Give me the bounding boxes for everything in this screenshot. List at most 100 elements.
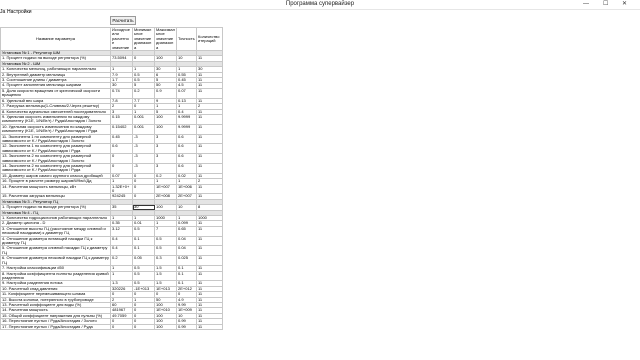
table-row[interactable]: 15. Расчетная загрузка мельницы 924245 0 2E… [0,193,223,200]
min-cell[interactable]: 0.2 [132,87,155,99]
max-cell[interactable]: 3 [154,133,177,145]
max-cell[interactable]: 7 [154,225,177,237]
value-cell[interactable]: 0.2 [110,255,133,267]
table-row[interactable]: 11. Экспонента 1 по компоненту для разме… [0,133,223,145]
menu-item-settings[interactable]: Настройки [7,9,32,16]
precision-cell[interactable]: 0.99 [176,323,197,331]
min-cell[interactable]: 0 [132,183,155,195]
max-cell[interactable]: 100 [154,113,177,125]
max-cell[interactable]: 100 [154,123,177,135]
precision-cell[interactable]: 0.04 [176,235,197,247]
parameters-grid[interactable]: Название параметра Исходное или расчетно… [0,27,640,360]
value-cell[interactable]: 0.15 [110,113,133,125]
iterations-cell[interactable]: 11 [196,87,223,99]
table-row[interactable]: 9. Удельная скорость измельчения по кажд… [0,113,223,125]
value-cell[interactable]: 1.32E+0+0 [110,183,133,195]
value-cell[interactable]: 0.45 [110,133,133,145]
min-cell[interactable]: 0.001 [132,113,155,125]
min-cell[interactable]: 0.5 [132,225,155,237]
precision-cell[interactable]: 0.6 [176,143,197,155]
table-row[interactable]: 6. Отношение диаметра песковой насадки Г… [0,255,223,267]
value-cell[interactable]: 0 [110,323,133,331]
min-cell[interactable]: -3 [132,162,155,174]
precision-cell[interactable]: 0.04 [176,245,197,257]
table-row[interactable]: 3. Отношение высоты ГЦ (расстояние между… [0,225,223,237]
table-row[interactable]: 13. Экспонента 2 по компоненту для разме… [0,153,223,164]
precision-cell[interactable]: 1E+006 [176,183,197,195]
min-cell[interactable]: 0.1 [132,235,155,247]
column-header-iterations[interactable]: Количество итераций [196,27,223,52]
iterations-cell[interactable]: 11 [196,270,223,282]
min-cell[interactable]: -3 [132,133,155,145]
precision-cell[interactable]: 0.025 [176,255,197,267]
table-row[interactable]: 17. Перестояние пустых / Руда/Апостадия … [0,323,223,331]
precision-cell[interactable]: 9.9999 [176,123,197,135]
iterations-cell[interactable]: 11 [196,255,223,267]
iterations-cell[interactable]: 11 [196,162,223,174]
max-cell[interactable]: 0.3 [154,255,177,267]
min-cell[interactable]: 0.05 [132,255,155,267]
min-cell[interactable]: 0.1 [132,245,155,257]
min-cell[interactable]: 0 [132,323,155,331]
menu-item-ja[interactable]: Ja [0,9,5,16]
column-header-name[interactable]: Название параметра [0,27,111,52]
table-row[interactable]: 14. Расчетная мощность мельницы, кВт 1.32… [0,183,223,195]
min-cell[interactable]: -3 [132,153,155,164]
precision-cell[interactable]: 0.6 [176,133,197,145]
iterations-cell[interactable]: 11 [196,133,223,145]
table-row[interactable]: 14. Расчетная мощность 481967 0 1E+010 1E+00… [0,307,223,314]
table-row[interactable]: 10. Удельная скорость измельчения по каж… [0,123,223,135]
column-header-max[interactable]: Максимальное значение диапазона [154,27,177,52]
table-row[interactable]: 5. Доля скорости вращения от критической… [0,87,223,99]
column-header-precision[interactable]: Точность [176,27,197,52]
iterations-cell[interactable]: 11 [196,323,223,331]
value-cell[interactable]: 0 [110,153,133,164]
precision-cell[interactable]: 0.6 [176,162,197,174]
max-cell[interactable]: 3 [154,153,177,164]
minimize-icon[interactable]: — [583,0,589,9]
iterations-cell[interactable]: 11 [196,113,223,125]
iterations-cell[interactable]: 11 [196,153,223,164]
value-cell[interactable]: 3.12 [110,225,133,237]
iterations-cell[interactable]: 11 [196,123,223,135]
value-cell[interactable]: 0.74 [110,87,133,99]
precision-cell[interactable]: 0.6 [176,153,197,164]
max-cell[interactable]: 1.5 [154,270,177,282]
precision-cell[interactable]: 0.65 [176,225,197,237]
value-cell[interactable]: 0.15402 [110,123,133,135]
max-cell[interactable]: 0.5 [154,245,177,257]
column-header-value[interactable]: Исходное или расчетное значение [110,27,133,52]
min-cell[interactable]: 0.001 [132,123,155,135]
iterations-cell[interactable]: 11 [196,245,223,257]
column-header-min[interactable]: Минимальное значение диапазона [132,27,155,52]
value-cell[interactable]: 0.4 [110,235,133,247]
table-row[interactable]: 8. Настройка коэффициента полноты раздел… [0,270,223,282]
precision-cell[interactable]: 0.07 [176,87,197,99]
max-cell[interactable]: 0.9 [154,87,177,99]
value-cell[interactable]: 0 [110,162,133,174]
max-cell[interactable]: 3 [154,162,177,174]
table-row[interactable]: 5. Отношение диаметра сливной насадки ГЦ… [0,245,223,257]
precision-cell[interactable]: 9.9999 [176,113,197,125]
iterations-cell[interactable]: 11 [196,235,223,247]
max-cell[interactable]: 100 [154,323,177,331]
iterations-cell[interactable]: 11 [196,225,223,237]
value-cell[interactable]: 0.6 [110,143,133,155]
iterations-cell[interactable]: 11 [196,143,223,155]
precision-cell[interactable]: 0.1 [176,270,197,282]
table-row[interactable]: 4. Отношение диаметра питающей насадки Г… [0,235,223,247]
close-icon[interactable]: ✕ [622,0,627,9]
iterations-cell[interactable]: 11 [196,183,223,195]
max-cell[interactable]: 3 [154,143,177,155]
min-cell[interactable]: 0.5 [132,270,155,282]
calculate-button[interactable]: Расчитать [110,16,136,25]
value-cell[interactable]: 0.4 [110,245,133,257]
value-cell[interactable]: 1 [110,270,133,282]
maximize-icon[interactable]: ☐ [603,0,608,9]
table-row[interactable]: 10. Расчетный спад давления 320226 -1E+013… [0,285,223,293]
max-cell[interactable]: 1E+007 [154,183,177,195]
min-cell[interactable]: -3 [132,143,155,155]
table-row[interactable]: 12. Экспонента 1 по компоненту для разме… [0,143,223,155]
table-row[interactable]: 14. Экспонента 2 по компоненту для разме… [0,162,223,174]
max-cell[interactable]: 0.5 [154,235,177,247]
